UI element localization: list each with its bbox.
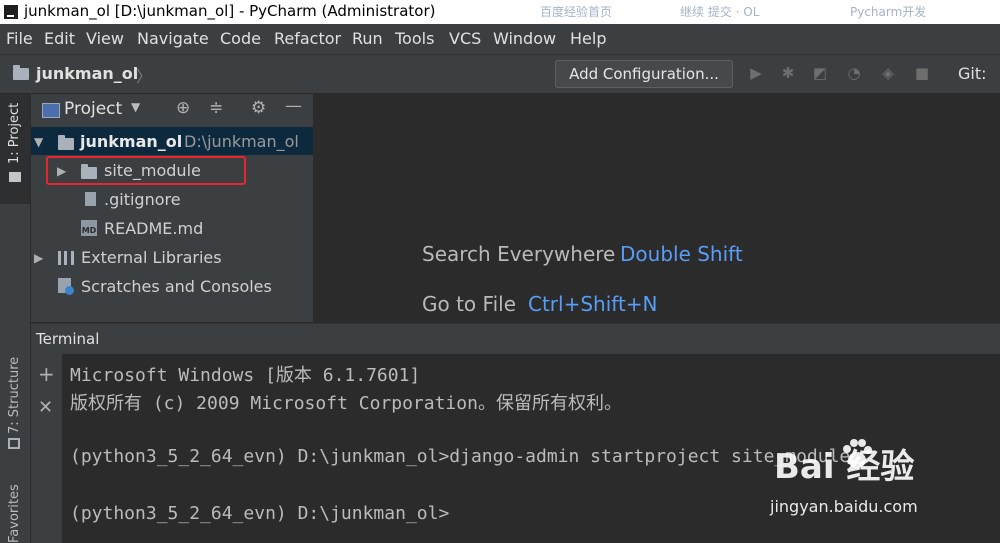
menu-help[interactable]: Help xyxy=(570,29,606,48)
menu-file[interactable]: File xyxy=(6,29,33,48)
terminal-line: 版权所有 (c) 2009 Microsoft Corporation。保留所有… xyxy=(70,393,622,414)
background-tab: 百度经验首页 xyxy=(540,5,613,19)
hint-search-everywhere-label: Search Everywhere xyxy=(422,242,616,266)
scratches-icon xyxy=(58,278,74,295)
background-tab: Pycharm开发 xyxy=(850,5,927,19)
hint-go-to-file-key: Ctrl+Shift+N xyxy=(528,292,658,316)
tree-item-external-libraries[interactable]: External Libraries xyxy=(81,248,222,267)
folder-icon xyxy=(58,135,74,150)
tool-tab-structure[interactable]: 7: Structure xyxy=(7,357,22,434)
expand-down-icon[interactable]: ▼ xyxy=(34,135,43,149)
tree-root-name: junkman_ol xyxy=(80,132,183,151)
folder-icon xyxy=(9,172,21,182)
folder-icon xyxy=(81,164,97,179)
expand-right-icon[interactable]: ▶ xyxy=(57,164,66,178)
tool-tab-favorites[interactable]: Favorites xyxy=(7,484,22,543)
git-label[interactable]: Git: xyxy=(958,64,987,83)
collapse-all-icon[interactable]: ≑ xyxy=(209,98,223,118)
terminal-title[interactable]: Terminal xyxy=(36,330,99,348)
menu-tools[interactable]: Tools xyxy=(395,29,434,48)
menu-code[interactable]: Code xyxy=(220,29,261,48)
tree-item-site-module[interactable]: site_module xyxy=(104,161,201,180)
tree-root-path: D:\junkman_ol xyxy=(184,132,299,151)
locate-icon[interactable]: ⊕ xyxy=(176,98,190,118)
debug-icon[interactable]: ✱ xyxy=(778,63,798,83)
tree-item-gitignore[interactable]: .gitignore xyxy=(104,190,181,209)
profile-icon[interactable]: ◔ xyxy=(844,63,864,83)
project-panel-title[interactable]: Project xyxy=(64,99,122,119)
library-icon xyxy=(58,251,74,265)
menu-run[interactable]: Run xyxy=(352,29,383,48)
terminal-line: Microsoft Windows [版本 6.1.7601] xyxy=(70,365,421,386)
breadcrumb-project[interactable]: junkman_ol xyxy=(36,64,138,83)
menu-bar: File Edit View Navigate Code Refactor Ru… xyxy=(0,24,1000,55)
editor-area xyxy=(314,94,1000,322)
close-icon[interactable]: ✕ xyxy=(38,397,53,418)
menu-vcs[interactable]: VCS xyxy=(449,29,481,48)
coverage-icon[interactable]: ◩ xyxy=(810,63,830,83)
expand-right-icon[interactable]: ▶ xyxy=(34,251,43,265)
gear-icon[interactable]: ⚙ xyxy=(251,98,266,118)
baidu-paw-icon xyxy=(843,439,872,468)
file-icon xyxy=(85,192,96,206)
baidu-watermark: Bai 经验 jingyan.baidu.com xyxy=(768,435,988,525)
add-configuration-button[interactable]: Add Configuration... xyxy=(555,60,733,88)
menu-navigate[interactable]: Navigate xyxy=(137,29,209,48)
structure-icon xyxy=(8,438,20,449)
folder-icon xyxy=(13,65,29,80)
chevron-right-icon: 〉 xyxy=(136,67,153,86)
stop-icon[interactable]: ■ xyxy=(912,63,932,83)
markdown-icon: MD xyxy=(81,220,97,236)
window-title-bar: junkman_ol [D:\junkman_ol] - PyCharm (Ad… xyxy=(0,0,1000,24)
tree-item-readme[interactable]: README.md xyxy=(104,219,203,238)
window-title: junkman_ol [D:\junkman_ol] - PyCharm (Ad… xyxy=(24,2,436,20)
terminal-line: (python3_5_2_64_evn) D:\junkman_ol> xyxy=(70,503,450,524)
concurrency-icon[interactable]: ◈ xyxy=(878,63,898,83)
minimize-icon[interactable]: — xyxy=(285,96,302,116)
hint-go-to-file-label: Go to File xyxy=(422,292,516,316)
terminal-header xyxy=(31,323,1000,354)
project-view-icon xyxy=(42,103,60,118)
chevron-down-icon[interactable]: ▼ xyxy=(131,100,140,114)
menu-refactor[interactable]: Refactor xyxy=(274,29,341,48)
background-tab: 继续 提交 · OL xyxy=(680,5,760,19)
menu-view[interactable]: View xyxy=(86,29,124,48)
menu-window[interactable]: Window xyxy=(493,29,556,48)
terminal-line: (python3_5_2_64_evn) D:\junkman_ol>djang… xyxy=(70,446,851,467)
pycharm-logo-icon xyxy=(4,5,18,19)
hint-search-everywhere-key: Double Shift xyxy=(620,242,743,266)
tool-tab-project-label: 1: Project xyxy=(7,102,22,164)
tree-item-scratches[interactable]: Scratches and Consoles xyxy=(81,277,272,296)
run-icon[interactable]: ▶ xyxy=(746,63,766,83)
tool-tab-project[interactable]: 1: Project xyxy=(0,94,30,204)
new-session-icon[interactable]: + xyxy=(38,362,55,386)
menu-edit[interactable]: Edit xyxy=(44,29,75,48)
watermark-url: jingyan.baidu.com xyxy=(770,497,918,516)
